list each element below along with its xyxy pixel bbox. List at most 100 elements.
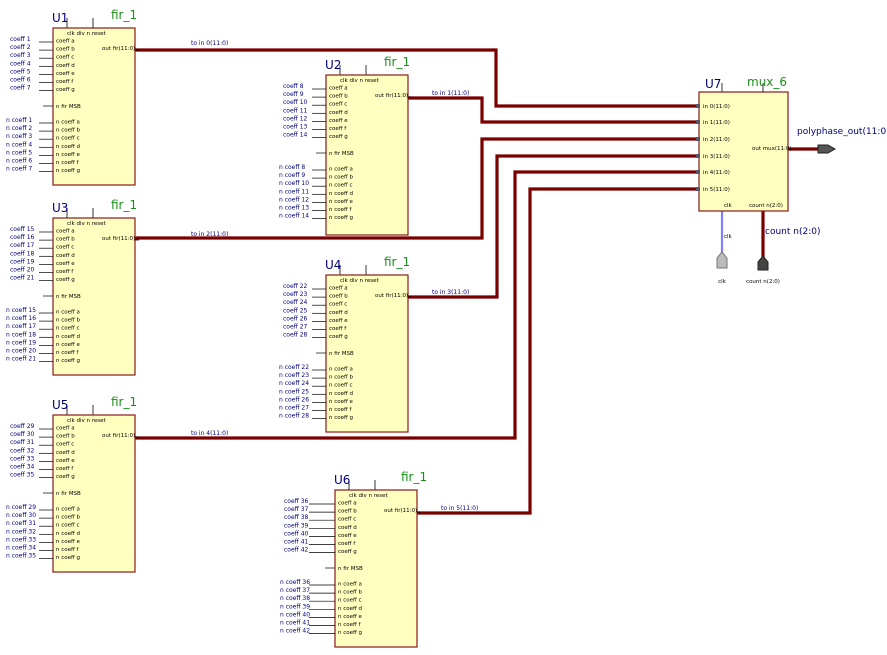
- fir-block-u1[interactable]: U1 fir_1clk div n reset out fir(11:0) coeff…: [6, 8, 139, 186]
- coeff-label: coeff 35: [10, 472, 35, 479]
- n-coeff-port-label: n coeff c: [338, 598, 362, 604]
- fir-block-u4[interactable]: U4 fir_1clk div n reset out fir(11:0) coeff…: [279, 255, 412, 433]
- coeff-label: coeff 1: [10, 36, 31, 43]
- top-pin-labels: clk div n reset: [349, 493, 389, 499]
- n-coeff-port-label: n coeff f: [338, 622, 362, 628]
- n-coeff-port-label: n coeff d: [56, 531, 80, 537]
- msb-label: n fir MSB: [338, 566, 363, 572]
- n-coeff-label: n coeff 21: [6, 356, 36, 363]
- instance-name: U1: [52, 11, 68, 25]
- coeff-port-label: coeff c: [56, 55, 74, 61]
- n-coeff-port-label: n coeff f: [329, 407, 353, 413]
- n-coeff-label: n coeff 12: [279, 196, 309, 203]
- mux-block-u7[interactable]: U7 mux_6in 0(11:0) in 1(11:0) in 2(11:0) in …: [696, 75, 792, 212]
- top-pin-labels: clk div n reset: [67, 31, 107, 37]
- out-pin-label: out fir(11:0): [384, 508, 417, 514]
- count-port-label: count n(2:0): [746, 279, 780, 285]
- instance-name: U5: [52, 398, 68, 412]
- fir-block-u5[interactable]: U5 fir_1clk div n reset out fir(11:0) coeff…: [6, 395, 139, 573]
- n-coeff-label: n coeff 1: [6, 117, 32, 124]
- coeff-port-label: coeff f: [329, 326, 347, 332]
- n-coeff-port-label: n coeff a: [338, 582, 362, 588]
- coeff-port-label: coeff d: [56, 450, 75, 456]
- mux-input-pin: [696, 104, 700, 108]
- n-coeff-port-label: n coeff d: [329, 391, 353, 397]
- wire-to-in-4: [135, 170, 699, 440]
- n-coeff-port-label: n coeff e: [329, 199, 354, 205]
- n-coeff-port-label: n coeff g: [56, 358, 80, 364]
- coeff-port-label: coeff e: [329, 118, 348, 124]
- coeff-label: coeff 31: [10, 439, 35, 446]
- mux-input-label: in 2(11:0): [703, 137, 730, 143]
- coeff-port-label: coeff a: [56, 39, 75, 45]
- coeff-port-label: coeff a: [56, 426, 75, 432]
- coeff-label: coeff 39: [284, 522, 309, 529]
- n-coeff-label: n coeff 2: [6, 125, 32, 132]
- coeff-label: coeff 17: [10, 242, 35, 249]
- n-coeff-label: n coeff 31: [6, 520, 36, 527]
- mux-input-pin: [696, 120, 700, 124]
- net-label-to-in-1: to in 1(11:0): [432, 90, 469, 97]
- n-coeff-label: n coeff 11: [279, 188, 309, 195]
- coeff-port-label: coeff d: [329, 110, 348, 116]
- coeff-label: coeff 15: [10, 226, 35, 233]
- msb-label: n fir MSB: [329, 351, 354, 357]
- coeff-label: coeff 20: [10, 267, 35, 274]
- mux-input-label: in 5(11:0): [703, 187, 730, 193]
- n-coeff-port-label: n coeff d: [338, 606, 362, 612]
- coeff-label: coeff 7: [10, 85, 31, 92]
- coeff-port-label: coeff g: [338, 549, 357, 555]
- module-name: fir_1: [401, 470, 427, 484]
- coeff-port-label: coeff c: [338, 517, 356, 523]
- out-pin-label: out fir(11:0): [102, 433, 135, 439]
- msb-label: n fir MSB: [56, 104, 81, 110]
- coeff-port-label: coeff d: [329, 310, 348, 316]
- out-pin-label: out fir(11:0): [102, 46, 135, 52]
- fir-block-u3[interactable]: U3 fir_1clk div n reset out fir(11:0) coeff…: [6, 198, 139, 376]
- n-coeff-label: n coeff 38: [280, 595, 310, 602]
- coeff-label: coeff 27: [283, 324, 308, 331]
- module-name: fir_1: [111, 198, 137, 212]
- instance-name: U7: [705, 77, 721, 91]
- coeff-label: coeff 41: [284, 539, 309, 546]
- count-net-label: count n(2:0): [765, 227, 820, 237]
- schematic-canvas: to in 0(11:0) to in 1(11:0) to in 2(11:0) t…: [6, 8, 887, 648]
- coeff-port-label: coeff a: [329, 286, 348, 292]
- clk-net-label: clk: [724, 234, 733, 240]
- output-port-polyphase[interactable]: [817, 144, 837, 154]
- coeff-port-label: coeff g: [329, 134, 348, 140]
- coeff-port-label: coeff c: [329, 302, 347, 308]
- n-coeff-label: n coeff 25: [279, 388, 309, 395]
- n-coeff-label: n coeff 33: [6, 536, 36, 543]
- input-port-count[interactable]: [757, 255, 769, 271]
- msb-label: n fir MSB: [329, 151, 354, 157]
- net-label-to-in-3: to in 3(11:0): [432, 289, 469, 296]
- n-coeff-port-label: n coeff d: [56, 144, 80, 150]
- n-coeff-label: n coeff 24: [279, 380, 309, 387]
- coeff-label: coeff 4: [10, 60, 31, 67]
- input-port-clk[interactable]: [716, 251, 728, 269]
- n-coeff-label: n coeff 22: [279, 364, 309, 371]
- coeff-port-label: coeff g: [56, 87, 75, 93]
- n-coeff-port-label: n coeff b: [338, 590, 363, 596]
- coeff-label: coeff 11: [283, 107, 308, 114]
- fir-block-u2[interactable]: U2 fir_1clk div n reset out fir(11:0) coeff…: [279, 55, 412, 236]
- coeff-label: coeff 30: [10, 431, 35, 438]
- n-coeff-port-label: n coeff c: [329, 183, 353, 189]
- coeff-port-label: coeff e: [56, 261, 75, 267]
- n-coeff-label: n coeff 34: [6, 545, 36, 552]
- coeff-port-label: coeff a: [338, 501, 357, 507]
- coeff-label: coeff 3: [10, 52, 31, 59]
- n-coeff-label: n coeff 8: [279, 164, 305, 171]
- n-coeff-label: n coeff 18: [6, 331, 36, 338]
- coeff-label: coeff 32: [10, 447, 35, 454]
- n-coeff-port-label: n coeff b: [56, 128, 81, 134]
- n-coeff-port-label: n coeff a: [329, 167, 353, 173]
- n-coeff-port-label: n coeff a: [56, 120, 80, 126]
- n-coeff-port-label: n coeff g: [338, 630, 362, 636]
- n-coeff-port-label: n coeff b: [56, 515, 81, 521]
- out-pin-label: out fir(11:0): [375, 293, 408, 299]
- fir-block-u6[interactable]: U6 fir_1clk div n reset out fir(11:0) coeff…: [280, 470, 427, 648]
- net-label-to-in-5: to in 5(11:0): [441, 505, 478, 512]
- n-coeff-label: n coeff 19: [6, 339, 36, 346]
